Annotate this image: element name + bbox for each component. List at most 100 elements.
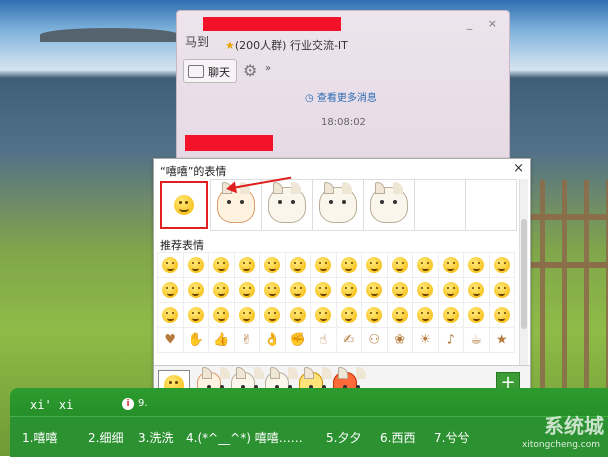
emoji-cell[interactable] xyxy=(361,302,388,328)
ime-candidate[interactable]: 7.兮兮 xyxy=(434,429,469,446)
emoji-cell[interactable]: ✌ xyxy=(233,327,260,353)
emoji-cell[interactable]: ♪ xyxy=(437,327,464,353)
matched-emoji-cell[interactable] xyxy=(312,179,364,231)
emoji-cell[interactable] xyxy=(412,277,439,303)
emoji-cell[interactable] xyxy=(157,252,184,278)
emoji-cell[interactable] xyxy=(488,277,515,303)
emoji-face-icon xyxy=(213,257,230,273)
matched-emoji-cell-empty[interactable] xyxy=(414,179,466,231)
ime-candidate[interactable]: 2.细细 xyxy=(88,429,123,446)
emoji-gesture-icon: ☀ xyxy=(419,332,432,348)
emoji-cell[interactable]: ☕ xyxy=(463,327,490,353)
ime-candidate[interactable]: 3.洗洗 xyxy=(138,429,173,446)
emoji-cell[interactable]: ☝ xyxy=(310,327,337,353)
emoji-cell[interactable] xyxy=(463,252,490,278)
emoji-cell[interactable]: 👌 xyxy=(259,327,286,353)
more-tabs-button[interactable]: » xyxy=(265,63,271,74)
emoji-cell[interactable]: ⚇ xyxy=(361,327,388,353)
matched-emoji-cell[interactable] xyxy=(363,179,415,231)
smile-emoji-icon xyxy=(174,195,194,215)
matched-emoji-cell[interactable] xyxy=(261,179,313,231)
emoji-cell[interactable] xyxy=(386,252,413,278)
close-icon[interactable]: × xyxy=(513,161,524,176)
ime-candidate[interactable]: 4.(*^__^*) 嘻嘻…… xyxy=(186,429,303,446)
laughing-cat-sticker-icon xyxy=(268,182,306,223)
emoji-cell[interactable] xyxy=(310,277,337,303)
view-more-messages-link[interactable]: ◷ 查看更多消息 xyxy=(305,89,377,104)
emoji-face-icon xyxy=(289,257,306,273)
emoji-face-icon xyxy=(238,307,255,323)
emoji-face-icon xyxy=(468,282,485,298)
matched-emoji-cell-empty[interactable] xyxy=(465,179,517,231)
emoji-cell[interactable]: ❀ xyxy=(386,327,413,353)
ime-info: i 9. xyxy=(122,398,148,410)
emoji-cell[interactable] xyxy=(233,277,260,303)
emoji-face-icon xyxy=(493,257,510,273)
emoji-cell[interactable] xyxy=(488,302,515,328)
emoji-cell[interactable] xyxy=(310,252,337,278)
emoji-cell[interactable] xyxy=(284,252,311,278)
ime-pinyin-input[interactable]: xi' xi xyxy=(30,398,73,412)
emoji-cell[interactable] xyxy=(208,277,235,303)
emoji-cell[interactable] xyxy=(208,302,235,328)
emoji-cell[interactable]: ☀ xyxy=(412,327,439,353)
emoji-cell[interactable] xyxy=(284,277,311,303)
emoji-panel-title: “嘻嘻”的表情 xyxy=(160,165,227,178)
emoji-cell[interactable] xyxy=(437,302,464,328)
tab-chat[interactable]: 聊天 xyxy=(183,59,237,83)
emoji-cell[interactable]: ✊ xyxy=(284,327,311,353)
emoji-cell[interactable] xyxy=(437,252,464,278)
emoji-cell[interactable]: ✍ xyxy=(335,327,362,353)
scrollbar-thumb[interactable] xyxy=(521,219,527,329)
emoji-gesture-icon: ★ xyxy=(495,332,508,348)
emoji-cell[interactable] xyxy=(488,252,515,278)
emoji-cell[interactable] xyxy=(182,252,209,278)
emoji-cell[interactable] xyxy=(157,277,184,303)
emoji-cell[interactable]: ♥ xyxy=(157,327,184,353)
emoji-cell[interactable] xyxy=(412,302,439,328)
emoji-cell[interactable] xyxy=(157,302,184,328)
emoji-cell[interactable]: ✋ xyxy=(182,327,209,353)
matched-emoji-smile-selected[interactable] xyxy=(160,181,208,229)
emoji-face-icon xyxy=(289,307,306,323)
emoji-cell[interactable] xyxy=(437,277,464,303)
ime-candidate[interactable]: 5.夕夕 xyxy=(326,429,361,446)
emoji-cell[interactable] xyxy=(259,302,286,328)
emoji-cell[interactable] xyxy=(259,252,286,278)
emoji-cell[interactable] xyxy=(182,277,209,303)
emoji-scrollbar[interactable] xyxy=(519,179,528,389)
emoji-cell[interactable]: 👍 xyxy=(208,327,235,353)
emoji-cell[interactable] xyxy=(463,277,490,303)
ime-candidate[interactable]: 1.嘻嘻 xyxy=(22,429,57,446)
emoji-cell[interactable] xyxy=(386,277,413,303)
ime-candidate[interactable]: 6.西西 xyxy=(380,429,415,446)
site-watermark: 系统城 xyxy=(544,414,604,438)
emoji-cell[interactable] xyxy=(335,252,362,278)
emoji-cell[interactable] xyxy=(259,277,286,303)
emoji-cell[interactable] xyxy=(208,252,235,278)
emoji-cell[interactable] xyxy=(361,277,388,303)
emoji-face-icon xyxy=(264,257,281,273)
window-controls[interactable]: _ × xyxy=(467,17,503,30)
tab-chat-label: 聊天 xyxy=(208,66,230,79)
emoji-face-icon xyxy=(315,257,332,273)
emoji-cell[interactable] xyxy=(182,302,209,328)
emoji-cell[interactable] xyxy=(335,302,362,328)
emoji-face-icon xyxy=(493,307,510,323)
emoji-cell[interactable] xyxy=(463,302,490,328)
chat-title: ★(200人群) 行业交流-IT xyxy=(225,37,348,53)
emoji-cell[interactable] xyxy=(335,277,362,303)
gear-icon[interactable]: ⚙ xyxy=(243,61,257,80)
emoji-face-icon xyxy=(187,282,204,298)
emoji-cell[interactable] xyxy=(412,252,439,278)
emoji-cell[interactable] xyxy=(233,302,260,328)
emoji-cell[interactable] xyxy=(310,302,337,328)
smug-cat-sticker-icon xyxy=(370,182,408,223)
group-avatar[interactable]: 马到 xyxy=(185,33,219,53)
emoji-cell[interactable] xyxy=(361,252,388,278)
emoji-cell[interactable] xyxy=(233,252,260,278)
emoji-cell[interactable] xyxy=(284,302,311,328)
emoji-cell[interactable] xyxy=(386,302,413,328)
emoji-cell[interactable]: ★ xyxy=(488,327,515,353)
emoji-face-icon xyxy=(468,257,485,273)
